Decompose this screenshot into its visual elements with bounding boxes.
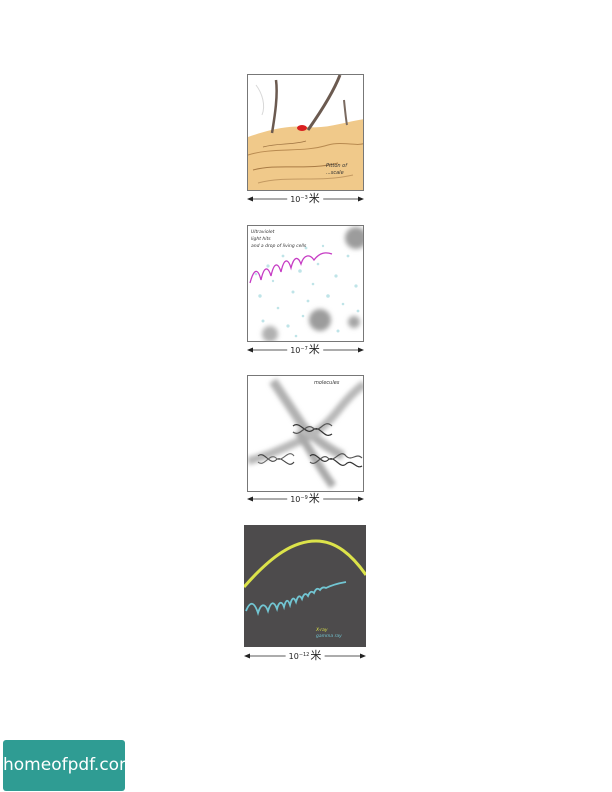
waves-annotation: X-ray gamma ray: [316, 628, 342, 639]
scale-bar-waves: 10−12米: [244, 649, 366, 663]
waves-illustration: X-ray gamma ray: [244, 525, 366, 647]
scale-bar-dna: 10−9米: [247, 492, 364, 506]
watermark-badge: homeofpdf.com: [3, 740, 136, 791]
scale-label-dna: 10−9米: [287, 492, 323, 506]
scale-bar-cell: 10−7米: [247, 343, 364, 357]
scale-label-waves: 10−12米: [285, 649, 325, 663]
cell-annotation: Ultraviolet light hits and a drop of liv…: [251, 230, 307, 249]
scale-label-skin: 10−3米: [287, 192, 323, 206]
skin-illustration: Pitton of ...scale: [247, 74, 364, 191]
dna-illustration: molecules: [247, 375, 364, 492]
dna-annotation: molecules: [314, 380, 340, 386]
scale-label-cell: 10−7米: [287, 343, 323, 357]
skin-annotation: Pitton of ...scale: [326, 163, 347, 176]
watermark-text: homeofpdf.com: [3, 755, 136, 775]
cell-illustration: Ultraviolet light hits and a drop of liv…: [247, 225, 364, 342]
scale-bar-skin: 10−3米: [247, 192, 364, 206]
